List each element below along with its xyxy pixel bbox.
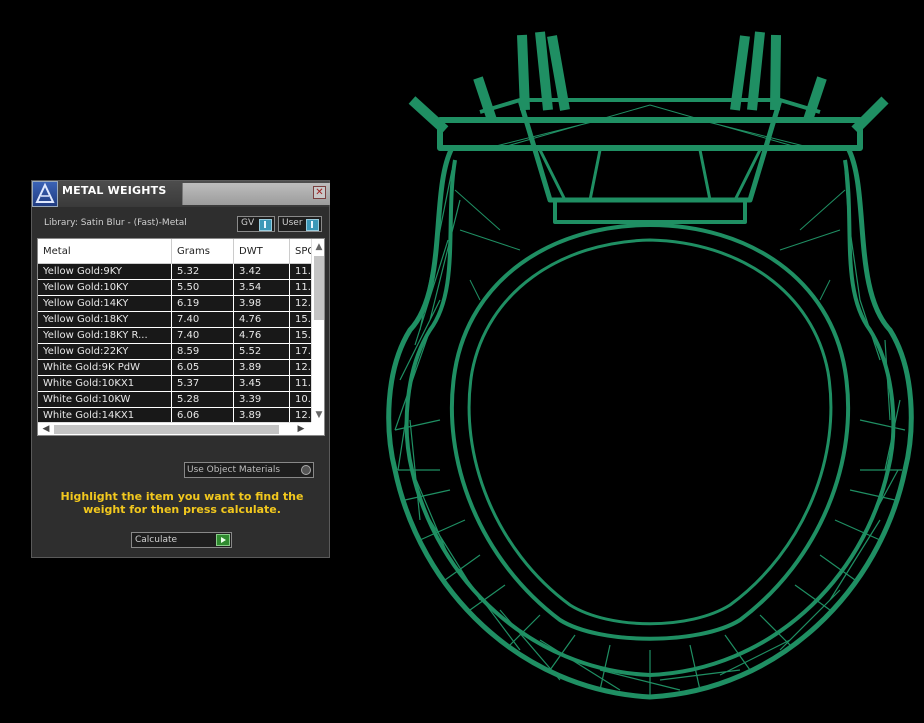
table-row[interactable]: White Gold:10KW 5.28 3.39 10.99 xyxy=(38,391,324,408)
table-row[interactable]: White Gold:10KX1 5.37 3.45 11.18 xyxy=(38,375,324,392)
horizontal-scroll-thumb[interactable] xyxy=(54,425,279,434)
horizontal-scrollbar[interactable]: ◀ ▶ xyxy=(38,422,311,435)
cell-metal[interactable]: Yellow Gold:14KY xyxy=(38,295,172,312)
radio-icon[interactable] xyxy=(301,465,311,475)
cell-dwt[interactable]: 3.89 xyxy=(233,359,290,376)
toggle-indicator-icon xyxy=(306,219,319,231)
gv-toggle[interactable]: GV xyxy=(237,216,275,232)
table-row[interactable]: Yellow Gold:18KY 7.40 4.76 15.41 xyxy=(38,311,324,328)
cell-grams[interactable]: 7.40 xyxy=(171,311,234,328)
cell-metal[interactable]: Yellow Gold:10KY xyxy=(38,279,172,296)
cell-metal[interactable]: White Gold:9K PdW xyxy=(38,359,172,376)
cell-metal[interactable]: White Gold:10KW xyxy=(38,391,172,408)
metal-weights-table[interactable]: Metal Grams DWT SPG Yellow Gold:9KY 5.32 3… xyxy=(37,238,325,436)
user-toggle-label: User xyxy=(282,218,303,228)
user-toggle[interactable]: User xyxy=(278,216,322,232)
cell-grams[interactable]: 7.40 xyxy=(171,327,234,344)
use-object-materials-option[interactable]: Use Object Materials xyxy=(184,462,314,478)
cell-metal[interactable]: Yellow Gold:9KY xyxy=(38,263,172,280)
cell-metal[interactable]: Yellow Gold:18KY R... xyxy=(38,327,172,344)
table-row[interactable]: Yellow Gold:18KY R... 7.40 4.76 15.41 xyxy=(38,327,324,344)
panel-title: METAL WEIGHTS xyxy=(62,184,167,197)
titlebar-strip xyxy=(182,183,330,205)
play-arrow-icon xyxy=(216,534,230,546)
cell-grams[interactable]: 5.37 xyxy=(171,375,234,392)
table-row[interactable]: Yellow Gold:14KY 6.19 3.98 12.88 xyxy=(38,295,324,312)
column-header-dwt[interactable]: DWT xyxy=(233,239,290,264)
cell-grams[interactable]: 8.59 xyxy=(171,343,234,360)
cell-grams[interactable]: 6.19 xyxy=(171,295,234,312)
gv-toggle-label: GV xyxy=(241,218,255,228)
ring-wireframe-model xyxy=(386,31,914,700)
cell-grams[interactable]: 5.50 xyxy=(171,279,234,296)
cell-dwt[interactable]: 5.52 xyxy=(233,343,290,360)
cell-metal[interactable]: Yellow Gold:18KY xyxy=(38,311,172,328)
column-header-metal[interactable]: Metal xyxy=(38,239,172,264)
cell-metal[interactable]: Yellow Gold:22KY xyxy=(38,343,172,360)
scroll-down-icon[interactable]: ▼ xyxy=(314,410,324,420)
calculate-label: Calculate xyxy=(135,535,178,545)
cell-dwt[interactable]: 3.39 xyxy=(233,391,290,408)
scroll-right-icon[interactable]: ▶ xyxy=(296,424,306,434)
vertical-scrollbar[interactable]: ▲ ▼ xyxy=(311,239,324,422)
instruction-text: Highlight the item you want to find the … xyxy=(60,490,304,516)
table-row[interactable]: Yellow Gold:22KY 8.59 5.52 17.89 xyxy=(38,343,324,360)
cell-dwt[interactable]: 4.76 xyxy=(233,311,290,328)
calculate-button[interactable]: Calculate xyxy=(131,532,232,548)
panel-titlebar[interactable]: METAL WEIGHTS ✕ xyxy=(32,181,330,207)
table-row[interactable]: White Gold:9K PdW 6.05 3.89 12.59 xyxy=(38,359,324,376)
cell-dwt[interactable]: 3.98 xyxy=(233,295,290,312)
table-row[interactable]: Yellow Gold:10KY 5.50 3.54 11.45 xyxy=(38,279,324,296)
cell-dwt[interactable]: 3.54 xyxy=(233,279,290,296)
cell-metal[interactable]: White Gold:10KX1 xyxy=(38,375,172,392)
use-object-materials-label: Use Object Materials xyxy=(187,465,281,475)
scroll-up-icon[interactable]: ▲ xyxy=(314,242,324,252)
table-header-row: Metal Grams DWT SPG xyxy=(38,239,324,264)
close-button[interactable]: ✕ xyxy=(313,186,326,199)
cell-dwt[interactable]: 3.45 xyxy=(233,375,290,392)
cell-grams[interactable]: 5.32 xyxy=(171,263,234,280)
column-header-grams[interactable]: Grams xyxy=(171,239,234,264)
cell-grams[interactable]: 5.28 xyxy=(171,391,234,408)
scroll-left-icon[interactable]: ◀ xyxy=(41,424,51,434)
cell-dwt[interactable]: 4.76 xyxy=(233,327,290,344)
cell-dwt[interactable]: 3.42 xyxy=(233,263,290,280)
table-row[interactable]: Yellow Gold:9KY 5.32 3.42 11.08 xyxy=(38,263,324,280)
scrollbar-corner xyxy=(311,422,324,435)
matrix-app-icon xyxy=(32,181,58,207)
cell-grams[interactable]: 6.05 xyxy=(171,359,234,376)
vertical-scroll-thumb[interactable] xyxy=(314,256,324,320)
toggle-indicator-icon xyxy=(259,219,272,231)
metal-weights-panel: METAL WEIGHTS ✕ Library: Satin Blur - (F… xyxy=(31,180,330,558)
library-label: Library: Satin Blur - (Fast)-Metal xyxy=(44,218,187,228)
